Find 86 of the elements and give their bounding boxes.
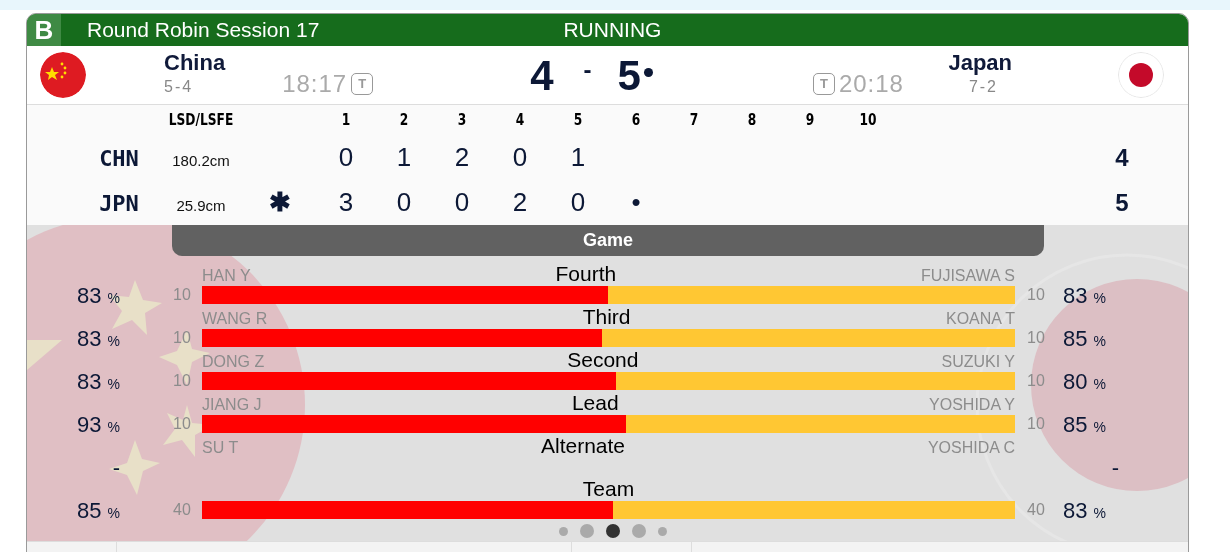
shot-count: 10: [173, 286, 191, 303]
end-score: 0: [570, 187, 586, 217]
end-score: 1: [396, 142, 412, 172]
team-record: 7-2: [968, 77, 998, 98]
page-indicator[interactable]: [605, 524, 620, 538]
timeout-badge: T: [351, 73, 374, 95]
end-number: 8: [747, 109, 757, 131]
shot-count: 40: [1027, 501, 1045, 518]
end-score: 2: [454, 142, 470, 172]
shot-count: 10: [173, 329, 191, 346]
match-status: RUNNING: [563, 17, 662, 44]
shot-percentage: 85 %: [1063, 325, 1107, 351]
shot-percentage: -: [1111, 454, 1119, 480]
shot-count: 10: [173, 372, 191, 389]
player-name: YOSHIDA C: [927, 440, 1015, 456]
total-score: 5: [1115, 189, 1129, 216]
end-score: 0: [454, 187, 470, 217]
position-label: Team: [582, 478, 635, 499]
shot-percentage: 85 %: [1063, 411, 1107, 437]
end-number: 6: [631, 109, 641, 131]
player-name: SUZUKI Y: [941, 354, 1015, 370]
hammer-mark: ✱: [269, 187, 291, 217]
shot-count: 10: [1027, 329, 1045, 346]
end-score: •: [631, 187, 641, 217]
player-name: DONG Z: [202, 354, 265, 370]
game-clock: 18:17: [282, 69, 348, 99]
shot-count: 40: [173, 501, 191, 518]
end-number: 4: [515, 109, 525, 131]
end-number: 1: [341, 109, 351, 131]
shot-count: 10: [1027, 286, 1045, 303]
end-score: 2: [512, 187, 528, 217]
player-name: WANG R: [202, 311, 268, 327]
end-score: 1: [570, 142, 586, 172]
player-name: FUJISAWA S: [921, 268, 1015, 284]
score-separator: -: [583, 55, 592, 85]
shot-percentage: 83 %: [1063, 497, 1107, 523]
session-title: Round Robin Session 17: [87, 17, 320, 44]
column-heading: LSD/LSFE: [168, 109, 234, 131]
end-number: 3: [457, 109, 467, 131]
position-label: Fourth: [555, 263, 617, 284]
end-score: 0: [338, 142, 354, 172]
logo: B: [27, 14, 61, 46]
position-label: Lead: [571, 392, 619, 413]
end-score: 3: [338, 187, 354, 217]
end-score: 0: [512, 142, 528, 172]
shot-percentage: -: [112, 454, 120, 480]
player-name: SU T: [202, 440, 239, 456]
shot-percentage: 83 %: [76, 325, 120, 351]
team-record: 5-4: [164, 77, 195, 98]
total-score: 4: [1115, 144, 1129, 171]
shot-percentage: 93 %: [76, 411, 120, 437]
player-name: JIANG J: [202, 397, 262, 413]
hammer-icon: [643, 67, 653, 77]
stone-distance: 25.9cm: [176, 197, 226, 214]
player-name: YOSHIDA Y: [929, 397, 1015, 413]
shot-percentage: 83 %: [1063, 282, 1107, 308]
timeout-badge: T: [812, 73, 835, 95]
shot-percentage: 83 %: [76, 368, 120, 394]
flag-icon: [1118, 52, 1164, 98]
end-number: 9: [805, 109, 815, 131]
shot-count: 10: [1027, 372, 1045, 389]
flag-icon: [40, 52, 86, 98]
shot-percentage: 85 %: [76, 497, 120, 523]
position-label: Alternate: [541, 435, 626, 456]
shot-percentage: 83 %: [76, 282, 120, 308]
team-name: China: [164, 50, 226, 76]
team-score: 4: [530, 50, 554, 101]
stone-distance: 180.2cm: [172, 152, 230, 169]
shot-percentage: 80 %: [1063, 368, 1107, 394]
position-label: Second: [567, 349, 639, 370]
team-code: CHN: [99, 146, 139, 171]
team-name: Japan: [948, 50, 1012, 76]
end-number: 7: [689, 109, 699, 131]
position-label: Third: [582, 306, 631, 327]
shot-count: 10: [173, 415, 191, 432]
player-name: HAN Y: [202, 268, 251, 284]
end-number: 10: [859, 109, 877, 131]
end-number: 2: [399, 109, 409, 131]
section-heading: Game: [172, 225, 1044, 256]
end-score: 0: [396, 187, 412, 217]
game-clock: 20:18: [838, 69, 904, 99]
team-score: 5: [617, 50, 641, 101]
team-code: JPN: [99, 191, 139, 216]
player-name: KOANA T: [945, 311, 1015, 327]
shot-count: 10: [1027, 415, 1045, 432]
end-number: 5: [573, 109, 583, 131]
